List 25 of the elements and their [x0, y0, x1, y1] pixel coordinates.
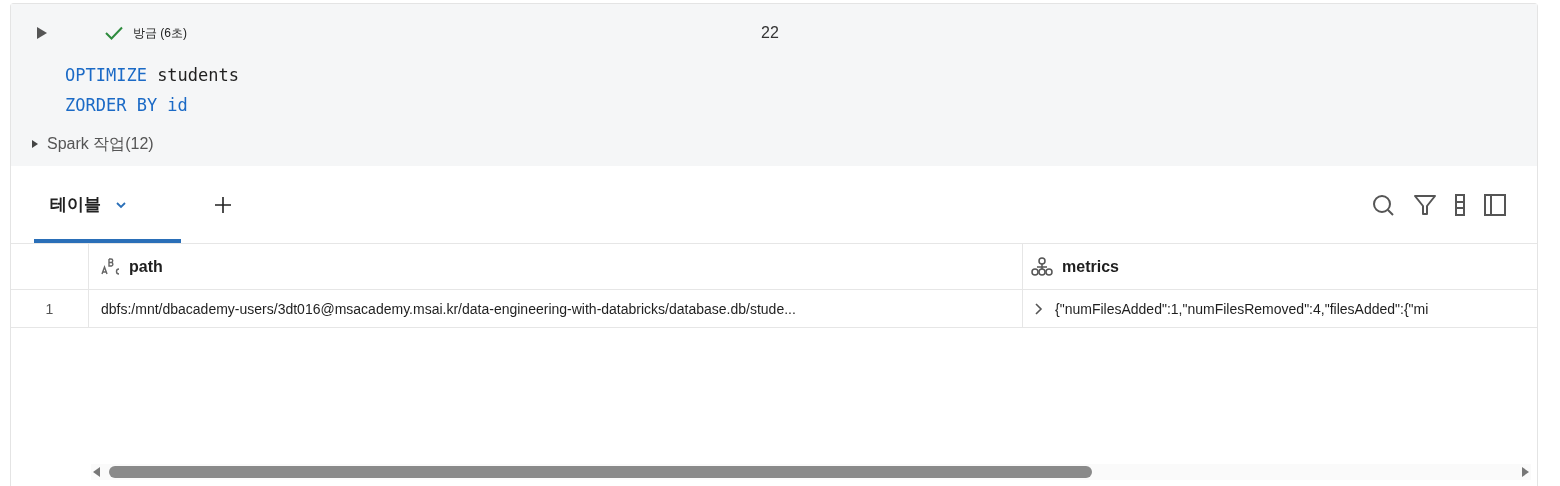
- scroll-right-icon[interactable]: [1521, 466, 1531, 478]
- caret-icon: [31, 139, 39, 149]
- side-panel-icon[interactable]: [1483, 192, 1507, 217]
- column-header[interactable]: path: [89, 244, 1023, 289]
- run-icon[interactable]: [36, 26, 48, 40]
- spark-jobs-toggle[interactable]: Spark 작업(12): [31, 132, 1537, 156]
- scroll-left-icon[interactable]: [91, 466, 101, 478]
- string-type-icon: [101, 257, 121, 276]
- code-line: ZORDER BY id: [65, 94, 189, 117]
- hierarchy-icon: [1030, 256, 1054, 277]
- row-number: 1: [11, 290, 89, 327]
- chevron-icon: [115, 200, 127, 209]
- filter-icon[interactable]: [1413, 192, 1437, 217]
- add-icon[interactable]: [215, 196, 231, 213]
- columns-icon[interactable]: [1455, 192, 1465, 217]
- expand-icon[interactable]: [1033, 302, 1043, 315]
- column-name: path: [129, 257, 163, 276]
- horizontal-scrollbar[interactable]: [91, 464, 1531, 480]
- column-name: metrics: [1062, 257, 1119, 276]
- search-icon[interactable]: [1371, 192, 1395, 217]
- table-cell: dbfs:/mnt/dbacademy-users/3dt016@msacademy.msai.kr/data-engineering-with-databricks/database.db/stude...: [101, 300, 796, 317]
- code-line: OPTIMIZE students: [65, 64, 240, 87]
- cell-count: 22: [761, 24, 779, 42]
- table-cell: {"numFilesAdded":1,"numFilesRemoved":4,"filesAdded":{"mi: [1055, 300, 1429, 317]
- run-status: 방금 (6초): [133, 24, 187, 42]
